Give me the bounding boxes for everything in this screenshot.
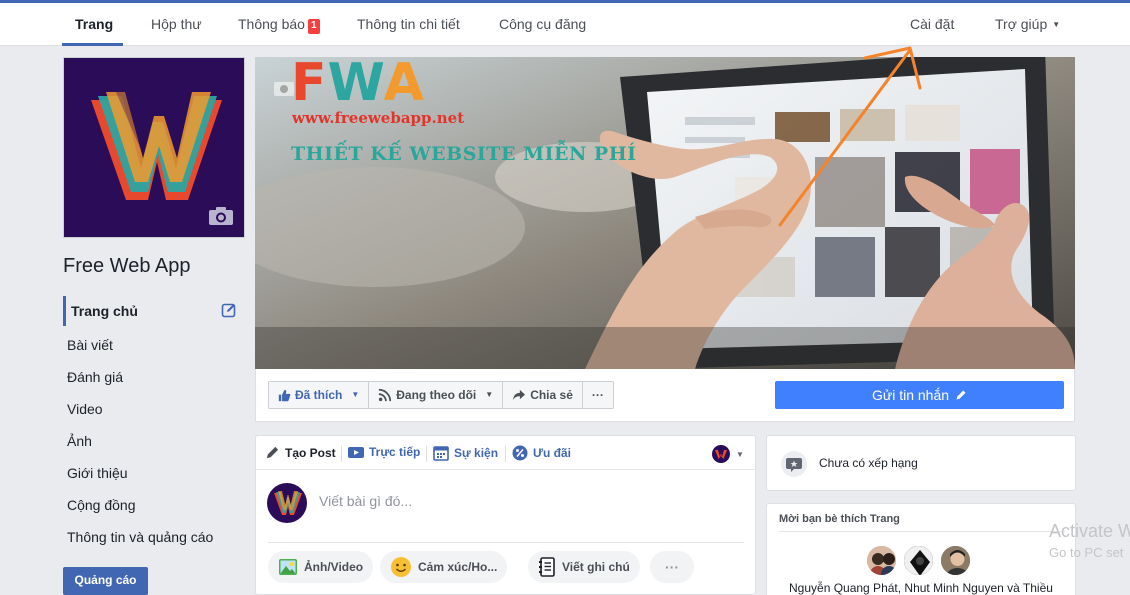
send-message-label: Gửi tin nhắn bbox=[871, 387, 950, 403]
cover-logo-f: F bbox=[291, 57, 328, 113]
percent-badge-icon bbox=[512, 445, 528, 461]
photo-video-label: Ảnh/Video bbox=[304, 560, 364, 574]
post-composer: Tạo Post Trực tiếp Sự kiện Ưu đãi ▼ Viết… bbox=[255, 435, 756, 595]
following-label: Đang theo dõi bbox=[396, 388, 477, 402]
cover-logo-a: A bbox=[383, 57, 425, 113]
sidebar-item-community[interactable]: Cộng đồng bbox=[63, 490, 245, 520]
invite-card-title: Mời bạn bè thích Trang bbox=[779, 513, 900, 525]
sidebar-item-posts[interactable]: Bài viết bbox=[63, 330, 245, 360]
divider bbox=[505, 446, 506, 462]
divider bbox=[779, 531, 1065, 532]
tab-home[interactable]: Trang bbox=[75, 3, 113, 46]
calendar-icon bbox=[433, 446, 449, 461]
write-note-label: Viết ghi chú bbox=[562, 560, 630, 574]
divider bbox=[341, 446, 342, 462]
cover-logo-text: FWA bbox=[291, 57, 425, 113]
photo-video-button[interactable]: Ảnh/Video bbox=[268, 551, 374, 583]
active-tab-indicator bbox=[62, 43, 123, 46]
composer-input[interactable]: Viết bài gì đó... bbox=[319, 493, 412, 509]
more-dots-icon: ··· bbox=[591, 388, 604, 402]
invite-friends-card: Mời bạn bè thích Trang Nguyễn Quang Phát… bbox=[766, 503, 1076, 595]
caret-down-icon: ▼ bbox=[736, 449, 744, 459]
cover-photo[interactable]: FWA www.freewebapp.net THIẾT KẾ WEBSITE … bbox=[255, 57, 1075, 369]
friend-avatar[interactable] bbox=[939, 544, 972, 577]
tab-notifications-label: Thông báo bbox=[238, 16, 305, 32]
photo-icon bbox=[279, 559, 297, 575]
rss-icon bbox=[379, 388, 392, 402]
share-icon bbox=[513, 389, 526, 401]
page-tab-bar: Trang Hộp thư Thông báo 1 Thông tin chi t… bbox=[0, 0, 1130, 46]
sidebar-item-home[interactable]: Trang chủ bbox=[63, 296, 245, 326]
page-name[interactable]: Free Web App bbox=[63, 255, 190, 278]
share-label: Chia sẻ bbox=[530, 388, 573, 402]
notebook-icon bbox=[539, 557, 555, 577]
smiley-icon bbox=[391, 557, 411, 577]
divider bbox=[426, 446, 427, 462]
share-button[interactable]: Chia sẻ bbox=[503, 382, 583, 408]
divider bbox=[268, 542, 744, 543]
rating-card: Chưa có xếp hạng bbox=[766, 435, 1076, 491]
tab-help-label: Trợ giúp bbox=[995, 16, 1048, 32]
camera-icon[interactable] bbox=[208, 206, 234, 231]
tab-event-label: Sự kiện bbox=[454, 446, 499, 460]
promote-button[interactable]: Quảng cáo bbox=[63, 567, 148, 595]
feeling-activity-button[interactable]: Cảm xúc/Ho... bbox=[380, 551, 508, 583]
activate-windows-subtitle: Go to PC set bbox=[1049, 545, 1124, 560]
caret-down-icon: ▼ bbox=[1052, 20, 1061, 29]
fwa-w-logo bbox=[274, 491, 302, 515]
invite-friend-names[interactable]: Nguyễn Quang Phát, Nhut Minh Nguyen và T… bbox=[789, 581, 1053, 595]
rating-status-text: Chưa có xếp hạng bbox=[819, 456, 918, 470]
page-avatar-icon bbox=[712, 445, 730, 463]
notification-badge: 1 bbox=[307, 19, 320, 34]
tab-insights[interactable]: Thông tin chi tiết bbox=[357, 3, 460, 46]
tab-notifications[interactable]: Thông báo 1 bbox=[238, 3, 320, 46]
tab-help[interactable]: Trợ giúp ▼ bbox=[995, 3, 1060, 46]
sidebar-item-photos[interactable]: Ảnh bbox=[63, 426, 245, 456]
pencil-icon bbox=[956, 390, 966, 400]
tab-create-post-label: Tạo Post bbox=[285, 445, 336, 460]
video-camera-icon bbox=[348, 447, 364, 458]
sidebar-item-reviews[interactable]: Đánh giá bbox=[63, 362, 245, 392]
tab-offer[interactable]: Ưu đãi bbox=[512, 445, 571, 461]
more-options-button[interactable]: ··· bbox=[583, 382, 613, 408]
friend-avatar[interactable] bbox=[902, 544, 935, 577]
feeling-activity-label: Cảm xúc/Ho... bbox=[418, 560, 498, 574]
page-action-bar: Đã thích ▼ Đang theo dõi ▼ Chia sẻ ··· G… bbox=[255, 369, 1075, 422]
liked-button[interactable]: Đã thích ▼ bbox=[269, 382, 370, 408]
friend-avatar[interactable] bbox=[865, 544, 898, 577]
tab-inbox[interactable]: Hộp thư bbox=[151, 3, 202, 46]
post-as-selector[interactable]: ▼ bbox=[712, 445, 744, 463]
tab-live-label: Trực tiếp bbox=[369, 445, 421, 459]
tab-live[interactable]: Trực tiếp bbox=[348, 445, 420, 459]
write-note-button[interactable]: Viết ghi chú bbox=[528, 551, 640, 583]
following-button[interactable]: Đang theo dõi ▼ bbox=[369, 382, 504, 408]
send-message-button[interactable]: Gửi tin nhắn bbox=[775, 381, 1064, 409]
composer-tab-bar: Tạo Post Trực tiếp Sự kiện Ưu đãi ▼ bbox=[256, 436, 755, 470]
sidebar-item-info-and-ads[interactable]: Thông tin và quảng cáo bbox=[63, 522, 245, 552]
pencil-icon bbox=[266, 446, 279, 459]
edit-icon[interactable] bbox=[221, 302, 237, 323]
caret-down-icon: ▼ bbox=[485, 390, 494, 399]
more-dots-icon: ··· bbox=[665, 559, 679, 575]
more-actions-button[interactable]: ··· bbox=[650, 551, 694, 583]
sidebar-item-about[interactable]: Giới thiệu bbox=[63, 458, 245, 488]
sidebar-item-videos[interactable]: Video bbox=[63, 394, 245, 424]
speech-bubble-icon bbox=[781, 451, 807, 477]
tab-settings[interactable]: Cài đặt bbox=[910, 3, 954, 46]
cover-logo-w: W bbox=[327, 57, 384, 113]
composer-avatar bbox=[267, 483, 307, 523]
action-button-group: Đã thích ▼ Đang theo dõi ▼ Chia sẻ ··· bbox=[268, 381, 614, 409]
tab-publishing-tools[interactable]: Công cụ đăng bbox=[499, 3, 586, 46]
activate-windows-watermark: Activate W bbox=[1049, 521, 1130, 541]
tab-offer-label: Ưu đãi bbox=[533, 446, 571, 460]
thumbs-up-icon bbox=[278, 389, 291, 401]
cover-url-text: www.freewebapp.net bbox=[292, 109, 465, 127]
cover-slogan-text: THIẾT KẾ WEBSITE MIỄN PHÍ bbox=[291, 143, 637, 165]
tab-event[interactable]: Sự kiện bbox=[433, 445, 498, 461]
tab-create-post[interactable]: Tạo Post bbox=[265, 445, 336, 460]
caret-down-icon: ▼ bbox=[351, 390, 360, 399]
liked-label: Đã thích bbox=[295, 388, 343, 402]
